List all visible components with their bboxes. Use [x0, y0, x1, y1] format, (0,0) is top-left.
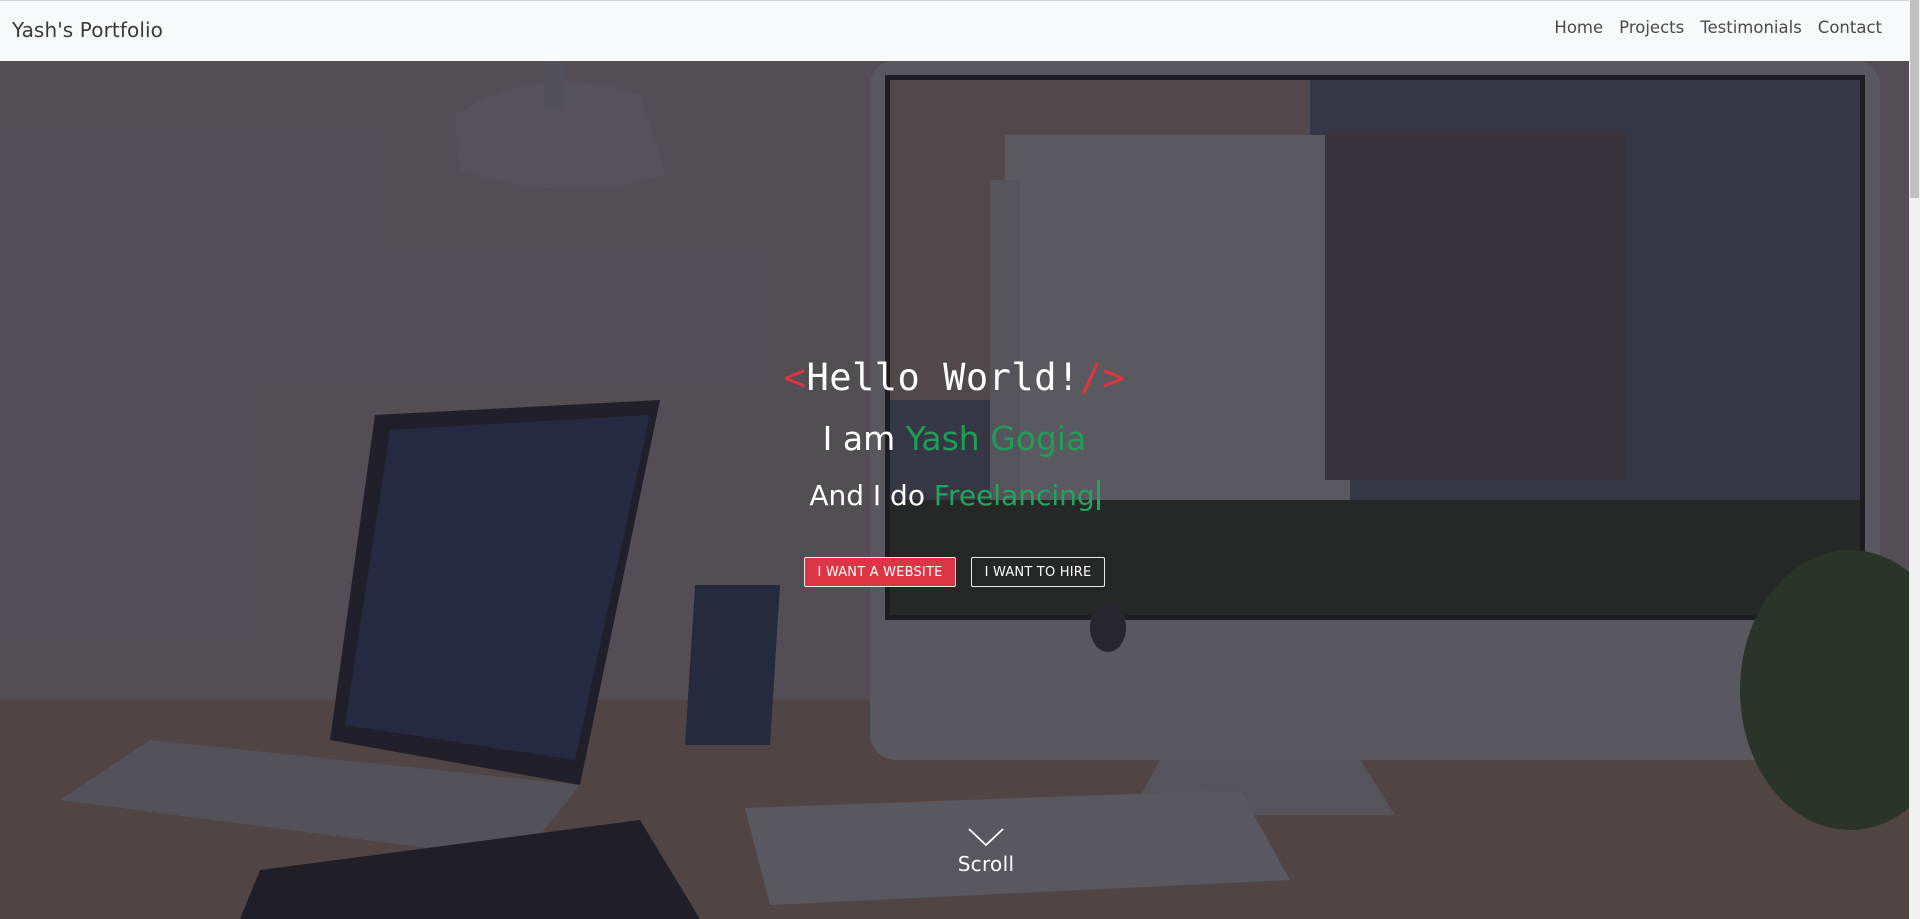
owner-name: Yash Gogia: [905, 419, 1087, 458]
typed-word: Freelancing: [933, 479, 1095, 512]
scroll-label: Scroll: [957, 852, 1015, 876]
nav-link-projects[interactable]: Projects: [1611, 18, 1692, 37]
navbar: Yash's Portfolio Home Projects Testimoni…: [0, 0, 1909, 61]
scroll-down-link[interactable]: Scroll: [938, 826, 1034, 876]
tag-close: />: [1079, 356, 1126, 399]
iam-prefix: I am: [822, 419, 896, 458]
intro-name-line: I am Yash Gogia: [0, 419, 1909, 458]
want-website-button[interactable]: I WANT A WEBSITE: [804, 557, 956, 587]
scrollbar[interactable]: [1909, 0, 1920, 919]
typing-cursor: [1096, 480, 1100, 510]
nav-link-testimonials[interactable]: Testimonials: [1692, 18, 1810, 37]
chevron-down-icon: [968, 828, 1004, 847]
scrollbar-thumb[interactable]: [1910, 0, 1919, 198]
hello-world-heading: <Hello World!/>: [0, 356, 1909, 399]
brand-logo[interactable]: Yash's Portfolio: [12, 18, 163, 42]
nav-link-home[interactable]: Home: [1546, 18, 1611, 37]
ido-prefix: And I do: [809, 479, 925, 512]
want-to-hire-button[interactable]: I WANT TO HIRE: [971, 557, 1105, 587]
hello-text: Hello World!: [806, 356, 1080, 399]
intro-services-line: And I do Freelancing: [0, 479, 1909, 512]
tag-open: <: [783, 356, 807, 399]
nav-link-contact[interactable]: Contact: [1810, 18, 1890, 37]
nav-links: Home Projects Testimonials Contact: [1546, 18, 1890, 37]
hero-content: <Hello World!/> I am Yash Gogia And I do…: [0, 0, 1909, 919]
